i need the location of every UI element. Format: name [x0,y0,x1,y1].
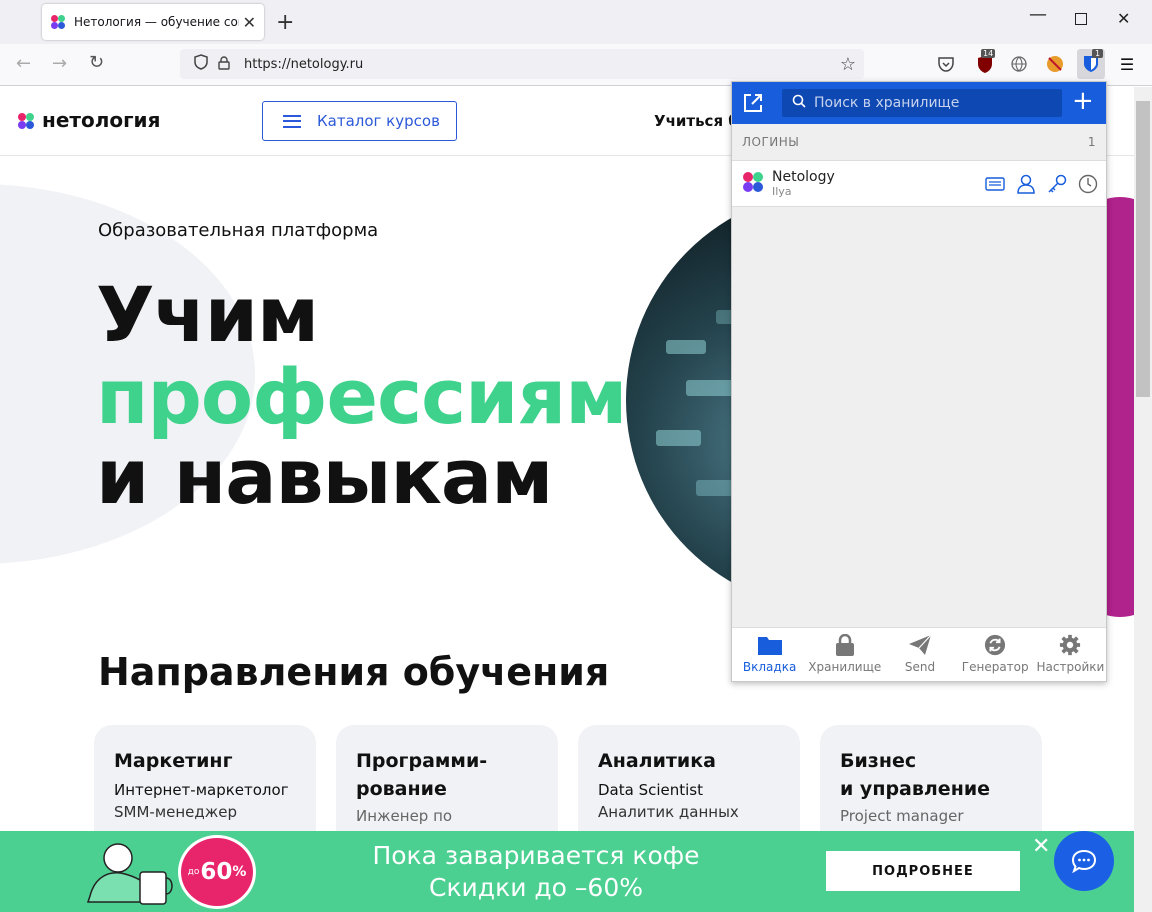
maximize-button[interactable] [1075,13,1087,25]
netology-item-icon [742,171,764,197]
gear-icon [1060,634,1081,656]
logins-section-header: ЛОГИНЫ 1 [732,124,1106,160]
banner-line-1: Пока заваривается кофе [372,841,700,870]
close-tab-icon[interactable]: ✕ [243,13,256,32]
tab-label: Хранилище [808,660,882,674]
bitwarden-bottom-nav: Вкладка Хранилище Send Генератор Настрой… [732,627,1106,681]
tab-settings[interactable]: Настройки [1033,628,1106,681]
browser-tab[interactable]: Нетология — обучение совре ✕ [42,4,264,40]
netology-favicon-icon [50,14,66,30]
tab-label: Send [904,660,936,674]
new-tab-button[interactable]: + [276,10,294,35]
site-logo[interactable]: нетология [17,108,160,132]
bitwarden-badge: 1 [1092,49,1104,58]
tracking-protection-shield-icon[interactable] [194,54,208,74]
card-course[interactable]: Project manager [840,807,1022,825]
tab-title: Нетология — обучение совре [74,15,239,29]
lock-icon[interactable] [218,55,230,74]
minimize-button[interactable]: — [1029,4,1047,25]
cookie-blocker-icon[interactable] [1044,53,1066,75]
hamburger-icon [283,114,301,128]
card-title: Бизнес и управление [840,750,991,800]
paper-plane-icon [909,634,932,655]
card-course[interactable]: SMM-менеджер [114,803,296,821]
tab-send[interactable]: Send [882,628,957,681]
login-item[interactable]: Netology Ilya [732,160,1106,207]
card-title: Аналитика [598,750,716,772]
section-title: ЛОГИНЫ [742,135,800,149]
reload-icon[interactable]: ↻ [89,52,104,73]
chat-bubble-icon [1071,849,1097,873]
platform-label: Образовательная платформа [98,220,379,241]
hero-heading-line-2: профессиям [96,352,627,441]
forward-icon[interactable]: → [52,53,67,74]
add-item-icon[interactable]: + [1072,88,1094,114]
bitwarden-header: + [732,82,1106,124]
tab-label: Настройки [1036,660,1105,674]
nav-learn-link[interactable]: Учиться б [654,112,739,130]
course-catalog-button[interactable]: Каталог курсов [262,101,457,141]
tab-label: Генератор [961,660,1029,674]
scrollbar-thumb[interactable] [1136,101,1150,397]
discount-badge: до 60 % [178,835,256,909]
card-title: Маркетинг [114,750,233,772]
copy-username-icon[interactable] [1015,173,1036,194]
item-name: Netology [772,169,835,185]
refresh-icon [985,634,1006,656]
banner-close-icon[interactable]: ✕ [1032,834,1050,859]
item-username: Ilya [772,185,792,198]
hero-heading-line-3: и навыкам [96,432,553,521]
discount-unit: % [232,864,247,880]
banner-more-button[interactable]: ПОДРОБНЕЕ [826,851,1020,891]
ublock-badge: 14 [981,49,996,58]
pocket-icon[interactable] [935,53,957,75]
globe-icon[interactable] [1008,53,1030,75]
card-title: Программи- рование [356,750,488,800]
netology-logo-icon [17,111,35,129]
popout-icon[interactable] [742,92,764,118]
catalog-label: Каталог курсов [317,112,440,130]
coffee-illustration [80,836,175,908]
folder-icon [757,637,782,655]
discount-value: 60 [200,859,233,885]
chat-widget-button[interactable] [1054,831,1114,891]
card-course[interactable]: Data Scientist [598,781,780,799]
address-bar[interactable]: https://netology.ru ☆ [180,49,864,79]
autofill-icon[interactable] [984,173,1005,194]
discount-prefix: до [187,867,200,877]
tab-label: Вкладка [742,660,797,674]
card-course[interactable]: Аналитик данных [598,803,780,821]
tab-current-tab[interactable]: Вкладка [732,628,807,681]
page-scrollbar[interactable] [1134,87,1152,912]
card-course[interactable]: Интернет-маркетолог [114,781,296,799]
back-icon[interactable]: ← [16,53,31,74]
ublock-icon[interactable]: 14 [974,49,996,75]
copy-password-key-icon[interactable] [1046,173,1067,194]
bitwarden-popup: + ЛОГИНЫ 1 Netology Ilya Вкладка Хранили… [731,81,1107,682]
vault-search-input[interactable] [814,95,1054,111]
section-count: 1 [1087,135,1096,149]
bookmark-star-icon[interactable]: ☆ [840,54,856,75]
logo-text: нетология [42,108,161,132]
search-icon [792,94,806,112]
tab-generator[interactable]: Генератор [958,628,1033,681]
url-text: https://netology.ru [244,56,364,72]
tab-vault[interactable]: Хранилище [807,628,882,681]
bitwarden-extension-icon[interactable]: 1 [1077,49,1105,79]
directions-heading: Направления обучения [98,650,610,694]
menu-hamburger-icon[interactable]: ☰ [1116,53,1138,75]
close-window-button[interactable]: ✕ [1117,9,1130,28]
hero-heading-line-1: Учим [96,270,319,359]
totp-clock-icon[interactable] [1077,173,1098,194]
vault-search-field[interactable] [782,89,1062,117]
banner-line-2: Скидки до –60% [429,873,643,902]
card-course[interactable]: Инженер по [356,807,538,825]
lock-icon [835,634,854,656]
